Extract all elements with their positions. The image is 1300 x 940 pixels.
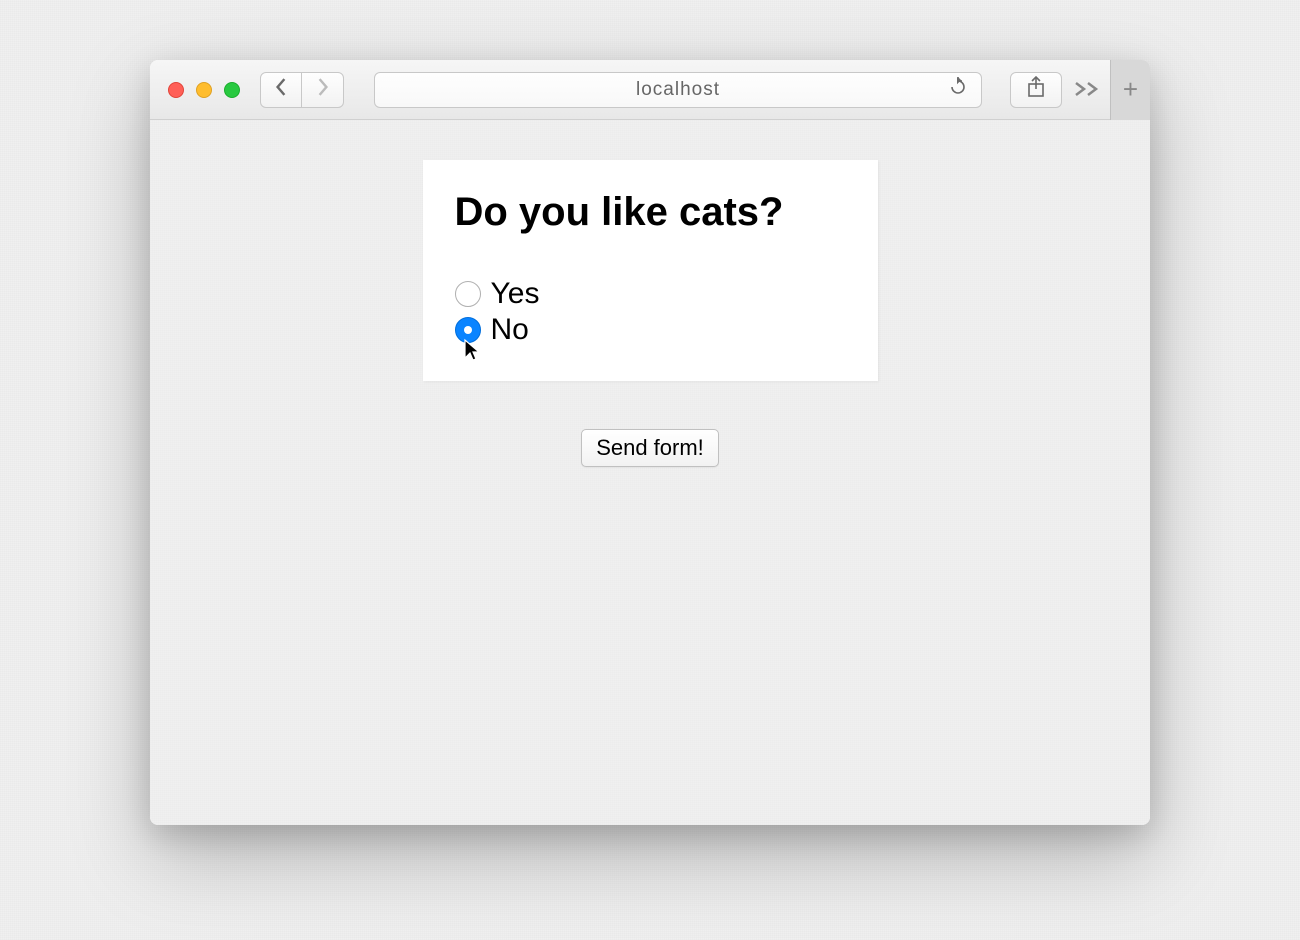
tab-controls: + [1064,60,1150,119]
plus-icon: + [1123,74,1138,105]
radio-button-yes[interactable] [455,281,481,307]
forward-button[interactable] [302,72,344,108]
submit-button[interactable]: Send form! [581,429,719,467]
browser-titlebar: localhost [150,60,1150,120]
minimize-window-button[interactable] [196,82,212,98]
form-panel: Do you like cats? Yes No [423,160,878,381]
radio-button-no[interactable] [455,317,481,343]
navigation-buttons [260,72,344,108]
radio-option-no: No [455,313,846,347]
radio-group: Yes No [455,277,846,347]
reload-icon[interactable] [949,77,967,102]
chevron-right-icon [316,78,330,101]
radio-label-no: No [491,313,529,347]
address-text: localhost [636,79,720,101]
window-controls [168,82,240,98]
back-button[interactable] [260,72,302,108]
radio-option-yes: Yes [455,277,846,311]
address-bar[interactable]: localhost [374,72,982,108]
share-button[interactable] [1010,72,1062,108]
browser-window: localhost [150,60,1150,825]
chevron-left-icon [274,78,288,101]
close-window-button[interactable] [168,82,184,98]
new-tab-button[interactable]: + [1110,60,1150,120]
maximize-window-button[interactable] [224,82,240,98]
page-content: Do you like cats? Yes No Send form! [150,120,1150,825]
tabs-overflow-icon[interactable] [1064,76,1110,104]
radio-label-yes: Yes [491,277,540,311]
share-icon [1027,76,1045,103]
form-title: Do you like cats? [455,190,846,235]
